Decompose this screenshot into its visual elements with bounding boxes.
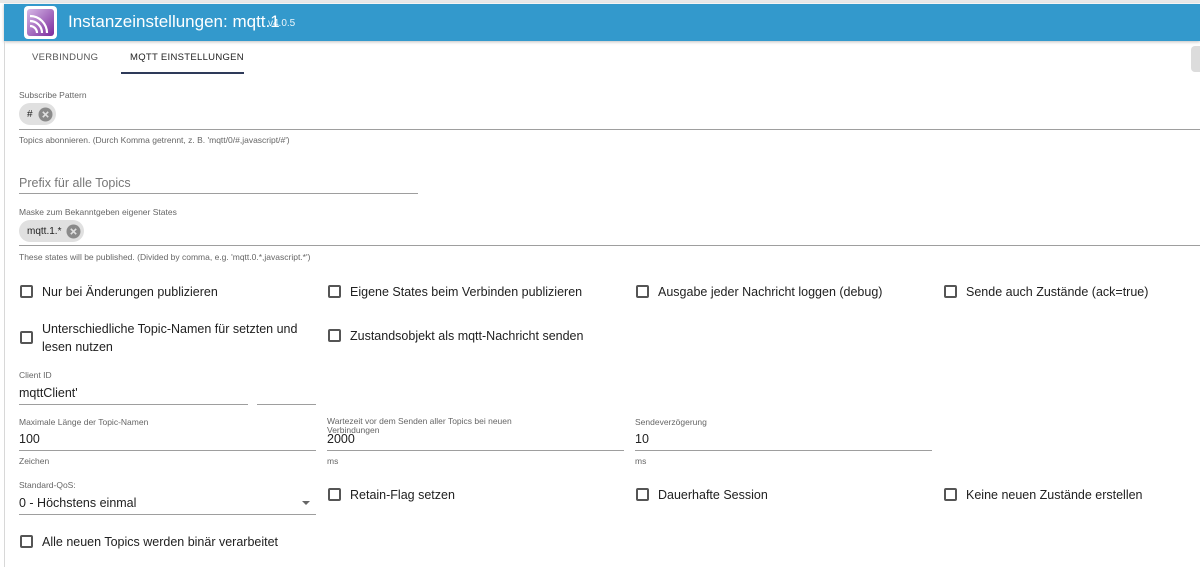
wait-time-input[interactable]: 2000 [327,432,355,446]
checkbox-box[interactable] [944,488,957,501]
checkbox-send-ack-true[interactable] [944,285,957,298]
tab-mqtt-einstellungen[interactable]: MQTT EINSTELLUNGEN [130,52,244,63]
checkbox-state-object[interactable] [328,329,341,342]
left-border [4,41,5,567]
mqtt-logo-icon [24,6,57,39]
send-delay-underline [635,450,932,451]
checkbox-no-new-states[interactable] [944,488,957,501]
version-label: v4.0.5 [268,18,296,29]
max-length-underline [19,450,316,451]
client-id-label: Client ID [19,370,52,380]
checkbox-label: Ausgabe jeder Nachricht loggen (debug) [658,285,883,299]
mask-chip[interactable]: mqtt.1.* [19,220,85,242]
max-length-label: Maximale Länge der Topic-Namen [19,417,149,427]
wait-time-helper: ms [327,456,339,466]
checkbox-label: Dauerhafte Session [658,488,768,502]
dialog-header: Instanzeinstellungen: mqtt.1 v4.0.5 [4,4,1200,41]
checkbox-label: Keine neuen Zustände erstellen [966,488,1143,502]
checkbox-label: Sende auch Zustände (ack=true) [966,285,1149,299]
subscribe-pattern-helper: Topics abonnieren. (Durch Komma getrennt… [19,135,290,145]
checkbox-retain-flag[interactable] [328,488,341,501]
chip-delete-icon[interactable] [38,107,53,122]
checkbox-box[interactable] [20,535,33,548]
checkbox-box[interactable] [944,285,957,298]
send-delay-helper: ms [635,456,647,466]
chip-delete-icon[interactable] [66,224,81,239]
client-id-underline [19,404,248,405]
checkbox-box[interactable] [328,329,341,342]
send-delay-label: Sendeverzögerung [635,417,707,427]
subscribe-pattern-label: Subscribe Pattern [19,90,87,100]
checkbox-debug-log[interactable] [636,285,649,298]
checkbox-box[interactable] [636,285,649,298]
max-length-input[interactable]: 100 [19,432,40,446]
mask-helper: These states will be published. (Divided… [19,252,311,262]
subscribe-chip[interactable]: # [19,103,56,125]
checkbox-label: Eigene States beim Verbinden publizieren [350,285,583,299]
subscribe-chip-label: # [27,108,33,120]
checkbox-label: Zustandsobjekt als mqtt-Nachricht senden [350,329,584,343]
checkbox-box[interactable] [20,331,33,344]
client-id-suffix-input[interactable] [257,404,316,405]
scrollbar-thumb[interactable] [1191,46,1200,72]
subscribe-pattern-underline [19,129,1200,130]
checkbox-label: Retain-Flag setzen [350,488,455,502]
prefix-input[interactable]: Prefix für alle Topics [19,176,131,190]
active-tab-indicator [121,72,244,74]
checkbox-different-topic-names[interactable] [20,331,33,344]
checkbox-label: Nur bei Änderungen publizieren [42,285,218,299]
mask-chip-label: mqtt.1.* [27,225,62,237]
mask-underline [19,245,1200,246]
send-delay-input[interactable]: 10 [635,432,649,446]
checkbox-label: Unterschiedliche Topic-Namen für setzten… [42,322,298,354]
checkbox-publish-own-states[interactable] [328,285,341,298]
client-id-input[interactable]: mqttClient' [19,386,78,400]
checkbox-box[interactable] [328,488,341,501]
checkbox-box[interactable] [636,488,649,501]
checkbox-publish-on-change[interactable] [20,285,33,298]
window-top-border [0,0,1200,3]
checkbox-box[interactable] [328,285,341,298]
qos-underline [19,514,316,515]
mask-label: Maske zum Bekanntgeben eigener States [19,207,177,217]
max-length-helper: Zeichen [19,456,50,466]
dropdown-arrow-icon[interactable] [302,501,310,505]
prefix-underline [19,193,418,194]
checkbox-binary-topics[interactable] [20,535,33,548]
qos-label: Standard-QoS: [19,480,76,490]
checkbox-box[interactable] [20,285,33,298]
qos-select[interactable]: 0 - Höchstens einmal [19,496,136,510]
wait-time-underline [327,450,624,451]
wait-time-label: Wartezeit vor dem Senden aller Topics be… [327,416,512,435]
dialog-title: Instanzeinstellungen: mqtt.1 [68,12,280,31]
tab-verbindung[interactable]: VERBINDUNG [32,52,98,63]
checkbox-label: Alle neuen Topics werden binär verarbeit… [42,535,279,549]
checkbox-persistent-session[interactable] [636,488,649,501]
